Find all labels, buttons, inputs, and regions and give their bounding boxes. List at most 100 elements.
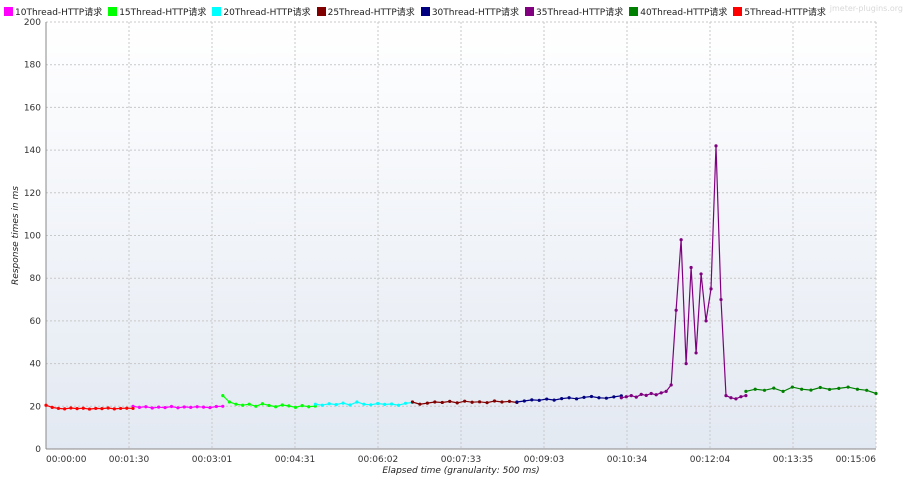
legend-item: 10Thread-HTTP请求 <box>4 5 102 18</box>
series-point <box>485 401 489 405</box>
series-point <box>567 396 571 400</box>
series-point <box>425 401 429 405</box>
series-point <box>500 400 504 404</box>
series-point <box>739 395 743 399</box>
series-point <box>714 144 718 148</box>
series-point <box>75 407 79 411</box>
y-axis-label: Response times in ms <box>11 186 21 285</box>
series-point <box>100 407 104 411</box>
x-tick-label: 00:07:33 <box>441 455 481 465</box>
legend-label: 10Thread-HTTP请求 <box>15 7 103 18</box>
x-tick-label: 00:01:30 <box>109 455 150 465</box>
series-point <box>664 389 668 393</box>
series-point <box>327 402 331 406</box>
series-point <box>639 392 643 396</box>
series-point <box>694 351 698 355</box>
series-point <box>44 403 48 407</box>
series-point <box>176 406 180 410</box>
series-point <box>679 238 683 242</box>
series-point <box>137 405 142 409</box>
legend-item: 20Thread-HTTP请求 <box>212 5 311 18</box>
series-point <box>169 404 174 409</box>
series-point <box>470 400 474 404</box>
series-point <box>150 406 154 410</box>
series-point <box>182 405 186 409</box>
series-point <box>724 394 728 398</box>
legend-item: 35Thread-HTTP请求 <box>525 5 623 18</box>
legend-label: 35Thread-HTTP请求 <box>536 7 624 18</box>
series-point <box>560 397 564 401</box>
series-point <box>87 407 92 411</box>
series-point <box>612 395 616 399</box>
series-point <box>313 402 317 406</box>
series-point <box>619 396 623 400</box>
legend-label: 40Thread-HTTP请求 <box>640 7 728 18</box>
series-point <box>818 385 822 390</box>
series-point <box>865 388 869 392</box>
series-point <box>762 388 767 392</box>
series-point <box>719 297 723 302</box>
series-point <box>477 400 482 404</box>
series-point <box>604 396 609 400</box>
series-point <box>515 400 519 404</box>
legend-swatch <box>629 6 639 16</box>
series-point <box>208 405 212 410</box>
x-tick-label: 00:12:04 <box>690 455 731 465</box>
y-tick-label: 180 <box>24 61 41 71</box>
x-tick-label: 00:06:02 <box>358 455 398 465</box>
x-tick-label: 00:13:35 <box>773 455 813 465</box>
series-point <box>320 403 324 407</box>
y-tick-label: 100 <box>24 232 41 242</box>
series-point <box>234 402 238 406</box>
y-tick-label: 200 <box>24 18 41 28</box>
series-point <box>837 386 841 390</box>
series-point <box>644 393 648 398</box>
series-point <box>267 403 271 408</box>
series-point <box>418 402 422 406</box>
series-point <box>362 402 366 406</box>
series-point <box>341 401 345 405</box>
legend-label: 30Thread-HTTP请求 <box>431 7 520 18</box>
legend-label: 25Thread-HTTP请求 <box>327 7 415 18</box>
y-tick-label: 80 <box>30 274 42 284</box>
series-point <box>709 287 713 291</box>
series-point <box>507 399 512 403</box>
legend-swatch <box>316 6 326 16</box>
series-point <box>729 396 733 400</box>
y-tick-label: 60 <box>30 317 42 327</box>
legend-swatch <box>108 6 118 16</box>
series-point <box>201 405 206 409</box>
series-point <box>433 400 437 404</box>
series-point <box>492 399 497 403</box>
series-point <box>589 394 594 399</box>
series-point <box>629 394 633 398</box>
y-tick-label: 40 <box>30 360 42 370</box>
y-tick-label: 0 <box>35 445 41 455</box>
series-point <box>131 406 135 411</box>
series-point <box>56 406 61 411</box>
series-point <box>189 405 193 409</box>
series-point <box>383 402 387 406</box>
legend-label: 5Thread-HTTP请求 <box>744 7 826 18</box>
series-point <box>753 387 757 391</box>
chart-container: 10Thread-HTTP请求 15Thread-HTTP请求 20Thread-H… <box>0 0 913 482</box>
legend-item: 15Thread-HTTP请求 <box>108 5 206 18</box>
series-point <box>846 385 850 389</box>
x-axis-label: Elapsed time (granularity: 500 ms) <box>382 466 539 476</box>
series-point <box>163 405 167 410</box>
series-point <box>790 385 794 389</box>
series-point <box>684 362 688 366</box>
series-point <box>293 405 298 409</box>
series-point <box>674 308 678 312</box>
series-point <box>81 406 85 410</box>
x-tick-label: 00:09:03 <box>524 455 564 465</box>
x-tick-label: 00:04:31 <box>275 455 315 465</box>
series-point <box>659 391 663 395</box>
series-point <box>112 407 116 411</box>
series-point <box>118 406 123 411</box>
series-point <box>530 398 534 402</box>
series-point <box>241 403 245 407</box>
series-point <box>781 389 785 393</box>
series-point <box>772 386 776 390</box>
y-tick-label: 120 <box>24 189 41 199</box>
